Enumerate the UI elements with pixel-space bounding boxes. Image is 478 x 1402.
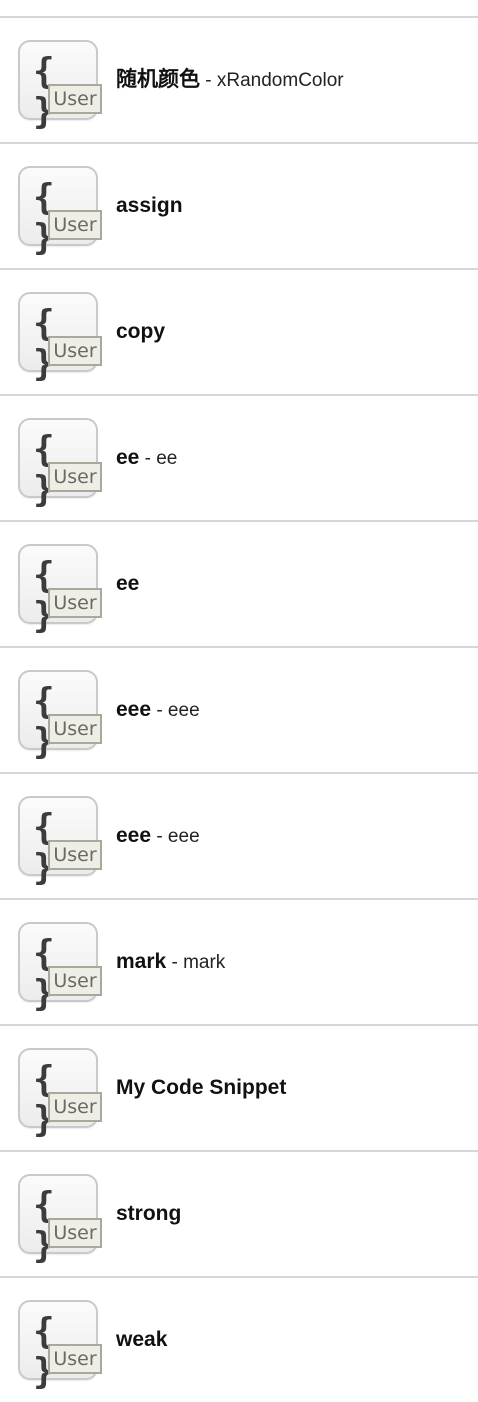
snippet-row[interactable]: { } User weak xyxy=(0,1276,478,1402)
snippet-label: ee - ee xyxy=(116,444,177,473)
snippet-row[interactable]: { } User ee xyxy=(0,520,478,646)
snippet-icon: { } User xyxy=(18,544,102,636)
snippet-title: My Code Snippet xyxy=(116,1076,287,1099)
snippet-title: assign xyxy=(116,194,183,217)
snippet-title: weak xyxy=(116,1328,168,1351)
snippet-row[interactable]: { } User eee - eee xyxy=(0,646,478,772)
snippet-icon: { } User xyxy=(18,670,102,762)
snippet-label: eee - eee xyxy=(116,822,200,851)
user-badge: User xyxy=(48,336,102,366)
snippet-row[interactable]: { } User ee - ee xyxy=(0,394,478,520)
snippet-row[interactable]: { } User assign xyxy=(0,142,478,268)
snippet-label: copy xyxy=(116,318,165,347)
snippet-label: My Code Snippet xyxy=(116,1074,286,1103)
snippet-label: eee - eee xyxy=(116,696,200,725)
snippet-icon: { } User xyxy=(18,1300,102,1392)
user-badge: User xyxy=(48,840,102,870)
user-badge: User xyxy=(48,210,102,240)
snippet-title: eee xyxy=(116,698,152,721)
snippet-title: eee xyxy=(116,824,152,847)
snippet-title: ee xyxy=(116,572,140,595)
snippet-label: assign xyxy=(116,192,183,221)
snippet-subtitle: - eee xyxy=(151,826,200,847)
snippet-list: { } User 随机颜色 - xRandomColor { } User as… xyxy=(0,16,478,1402)
snippet-icon: { } User xyxy=(18,166,102,258)
snippet-row[interactable]: { } User strong xyxy=(0,1150,478,1276)
snippet-label: 随机颜色 - xRandomColor xyxy=(116,66,344,95)
snippet-row[interactable]: { } User eee - eee xyxy=(0,772,478,898)
snippet-row[interactable]: { } User 随机颜色 - xRandomColor xyxy=(0,16,478,142)
user-badge: User xyxy=(48,588,102,618)
snippet-icon: { } User xyxy=(18,796,102,888)
user-badge: User xyxy=(48,1218,102,1248)
user-badge: User xyxy=(48,1092,102,1122)
snippet-icon: { } User xyxy=(18,40,102,132)
snippet-subtitle: - eee xyxy=(151,700,200,721)
snippet-row[interactable]: { } User mark - mark xyxy=(0,898,478,1024)
snippet-label: mark - mark xyxy=(116,948,225,977)
snippet-subtitle: - mark xyxy=(166,952,226,973)
snippet-row[interactable]: { } User My Code Snippet xyxy=(0,1024,478,1150)
user-badge: User xyxy=(48,84,102,114)
snippet-label: strong xyxy=(116,1200,181,1229)
snippet-icon: { } User xyxy=(18,1174,102,1266)
snippet-icon: { } User xyxy=(18,922,102,1014)
snippet-title: 随机颜色 xyxy=(116,68,200,91)
snippet-icon: { } User xyxy=(18,1048,102,1140)
snippet-label: weak xyxy=(116,1326,167,1355)
snippet-row[interactable]: { } User copy xyxy=(0,268,478,394)
snippet-icon: { } User xyxy=(18,418,102,510)
snippet-label: ee xyxy=(116,570,139,599)
user-badge: User xyxy=(48,462,102,492)
snippet-title: ee xyxy=(116,446,140,469)
user-badge: User xyxy=(48,966,102,996)
snippet-subtitle: - ee xyxy=(139,448,178,469)
snippet-subtitle: - xRandomColor xyxy=(200,70,344,91)
snippet-title: strong xyxy=(116,1202,182,1225)
user-badge: User xyxy=(48,714,102,744)
snippet-title: mark xyxy=(116,950,167,973)
snippet-title: copy xyxy=(116,320,166,343)
user-badge: User xyxy=(48,1344,102,1374)
snippet-icon: { } User xyxy=(18,292,102,384)
